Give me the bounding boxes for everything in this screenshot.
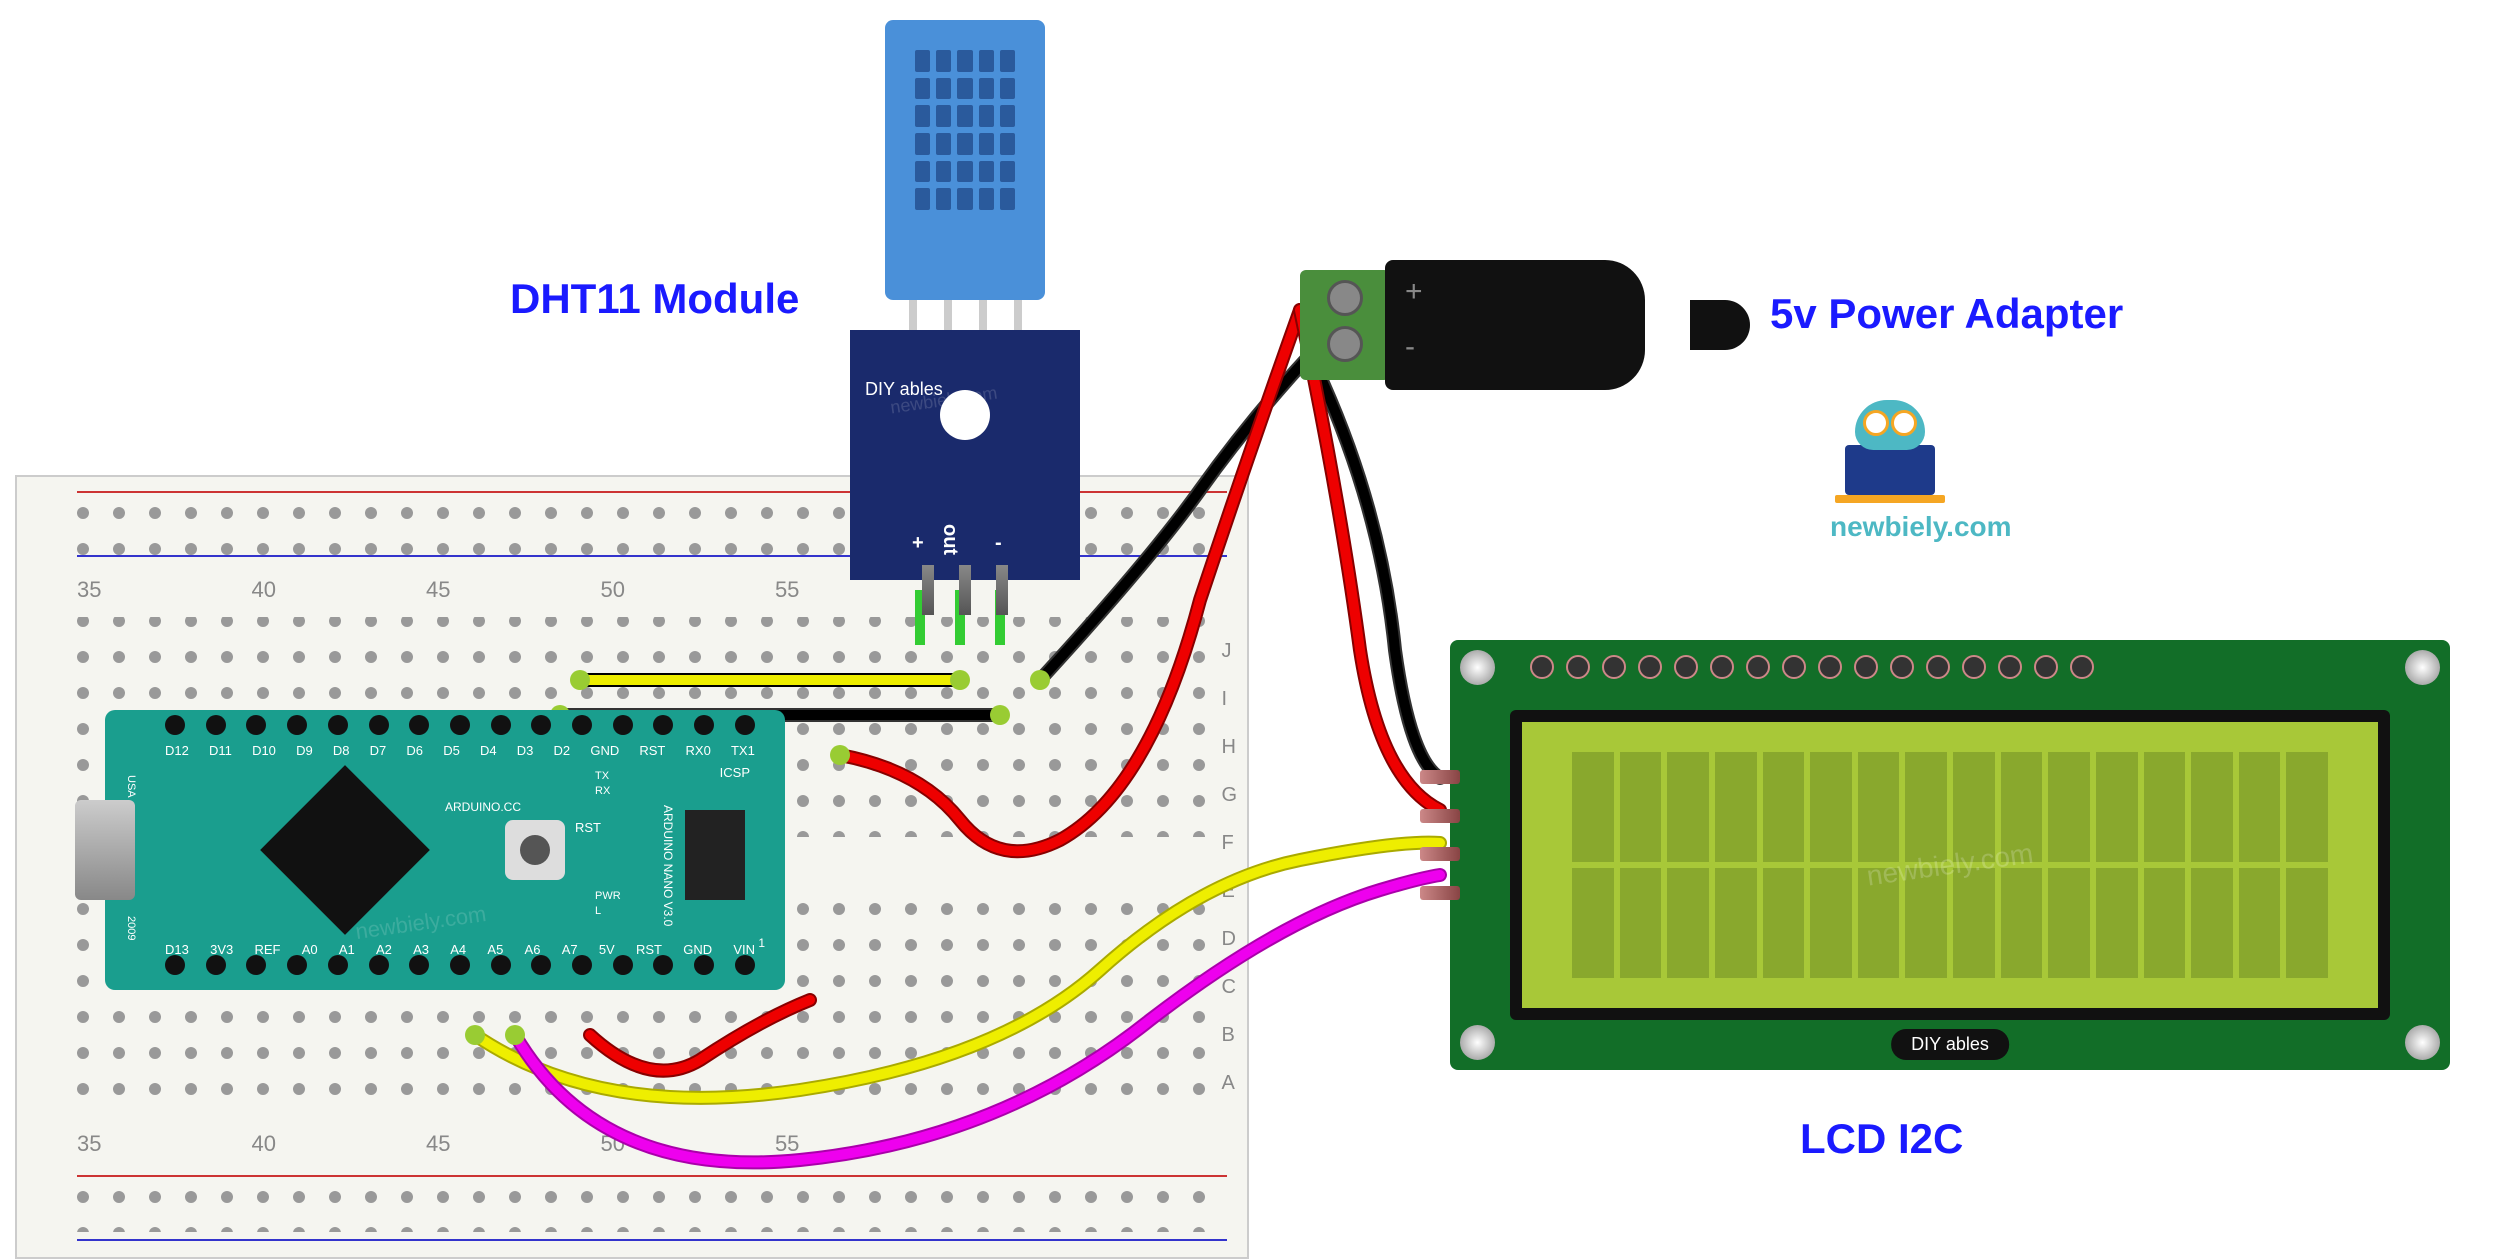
dht-pin-plus: + — [912, 532, 924, 555]
lcd-pin-scl — [1420, 886, 1460, 900]
icsp-label: ICSP — [720, 765, 750, 780]
dht11-pcb: DIY ables + out - — [850, 330, 1080, 580]
icsp-header — [685, 810, 745, 900]
newbiely-logo: newbiely.com — [1830, 400, 1950, 520]
usa-label: USA — [125, 775, 137, 798]
minus-symbol: - — [1405, 330, 1415, 364]
dht-pin-minus: - — [995, 532, 1002, 555]
lcd-i2c-module: newbiely.com DIY ables — [1450, 640, 2450, 1070]
rx-label: RX — [595, 785, 610, 797]
lcd-pin-gnd — [1420, 770, 1460, 784]
lcd-i2c-pins — [1420, 770, 1460, 900]
reset-button[interactable] — [505, 820, 565, 880]
arduino-watermark: newbiely.com — [354, 901, 488, 945]
dht-pin-out: out — [938, 524, 961, 555]
arduino-nano: ARDUINO.CC ARDUINO NANO V3.0 ICSP 1 RST … — [105, 710, 785, 990]
screw-tl — [1460, 650, 1495, 685]
bottom-pin-row — [165, 955, 755, 985]
dht11-label: DHT11 Module — [510, 275, 799, 323]
screw-terminal — [1300, 270, 1390, 380]
screw-br — [2405, 1025, 2440, 1060]
jack-body: + - — [1385, 260, 1645, 390]
usb-port — [75, 800, 135, 900]
power-label: 5v Power Adapter — [1770, 290, 2123, 338]
lcd-frame: newbiely.com — [1510, 710, 2390, 1020]
l-label: L — [595, 905, 601, 917]
arduino-model: ARDUINO NANO V3.0 — [661, 805, 675, 926]
lcd-label: LCD I2C — [1800, 1115, 1963, 1163]
lcd-screen: newbiely.com — [1522, 722, 2378, 1008]
screw-tr — [2405, 650, 2440, 685]
tx-label: TX — [595, 770, 609, 782]
pin1-label: 1 — [758, 936, 765, 950]
year-label: 2009 — [125, 916, 137, 940]
dc-plug — [1690, 300, 1750, 350]
pwr-label: PWR — [595, 890, 621, 902]
top-pin-row — [165, 715, 755, 745]
dht11-sensor — [885, 20, 1045, 300]
arduino-brand: ARDUINO.CC — [445, 800, 521, 814]
lcd-pin-sda — [1420, 847, 1460, 861]
power-adapter-jack: + - — [1300, 260, 1750, 390]
lcd-brand: DIY ables — [1891, 1029, 2009, 1060]
dht11-header — [910, 565, 1020, 615]
screw-bl — [1460, 1025, 1495, 1060]
site-name: newbiely.com — [1830, 511, 1950, 543]
top-pin-labels: D12D11D10D9D8D7D6D5D4D3D2GNDRSTRX0TX1 — [165, 743, 755, 758]
dht11-module: DIY ables + out - newbiely.com — [850, 20, 1080, 580]
mcu-chip — [260, 765, 430, 935]
plus-symbol: + — [1405, 275, 1423, 309]
rst-label: RST — [575, 820, 601, 835]
bottom-pin-labels: D133V3REFA0A1A2A3A4A5A6A75VRSTGNDVIN — [165, 942, 755, 957]
lcd-pin-vcc — [1420, 809, 1460, 823]
lcd-solder-pads — [1530, 655, 2094, 679]
